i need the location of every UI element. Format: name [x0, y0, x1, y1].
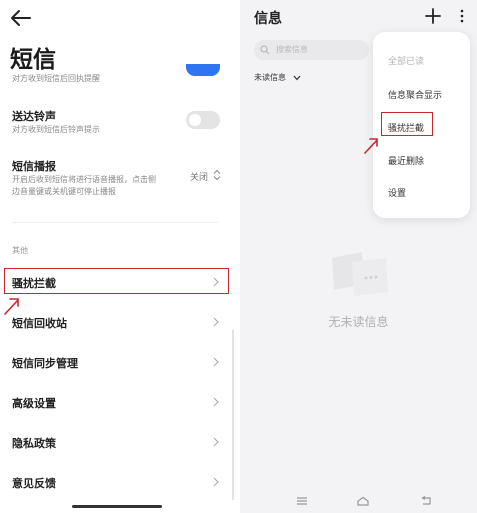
toggle-knob [189, 114, 201, 126]
menu-item-sms-recycle-bin[interactable]: 短信回收站 [0, 308, 240, 336]
section-label: 其他 [12, 246, 28, 255]
page-title: 信息 [254, 11, 282, 27]
filter-label: 未读信息 [254, 73, 286, 82]
home-icon[interactable] [356, 496, 370, 507]
sms-broadcast-value[interactable]: 关闭 [190, 170, 208, 183]
page-title: 短信 [10, 47, 56, 73]
delivery-tone-toggle[interactable] [186, 111, 220, 129]
chevron-right-icon [213, 317, 219, 327]
home-indicator[interactable] [72, 505, 162, 508]
menu-item-settings[interactable]: 设置 [388, 186, 406, 199]
sms-broadcast-subtitle-2: 边音量键或关机键可停止播报 [12, 187, 116, 196]
sms-settings-screen: 短信 对方收到短信后回执提醒 送达铃声 对方收到短信后铃声提示 短信播报 开启后… [0, 0, 240, 513]
highlight-box [381, 112, 433, 136]
delivery-tone-subtitle: 对方收到短信后铃声提示 [12, 125, 100, 134]
filter-dropdown[interactable]: 未读信息 [254, 72, 301, 83]
plus-icon[interactable] [425, 8, 441, 24]
row-subtitle: 对方收到短信后回执提醒 [12, 74, 100, 83]
chevron-right-icon [213, 437, 219, 447]
menu-item-mark-all-read[interactable]: 全部已读 [388, 54, 424, 67]
menu-item-privacy-policy[interactable]: 隐私政策 [0, 428, 240, 456]
delivery-tone-title: 送达铃声 [12, 110, 56, 123]
more-vertical-icon[interactable] [459, 9, 465, 23]
divider [12, 222, 218, 223]
menu-item-label: 高级设置 [12, 397, 56, 410]
chevron-down-icon [293, 75, 301, 80]
menu-item-label: 短信同步管理 [12, 357, 78, 370]
red-arrow-icon [364, 138, 378, 154]
chevron-right-icon [213, 477, 219, 487]
menu-item-sms-sync[interactable]: 短信同步管理 [0, 348, 240, 376]
search-icon [260, 45, 270, 55]
sms-broadcast-title: 短信播报 [12, 160, 56, 173]
chevron-right-icon [213, 357, 219, 367]
search-input[interactable]: 搜索信息 [254, 40, 369, 60]
menu-item-recently-deleted[interactable]: 最近删除 [388, 154, 424, 167]
scrollbar[interactable] [232, 330, 234, 500]
menu-item-feedback[interactable]: 意见反馈 [0, 468, 240, 496]
chevron-right-icon [213, 397, 219, 407]
highlight-box [4, 268, 229, 294]
back-arrow-icon[interactable] [10, 8, 32, 28]
search-placeholder: 搜索信息 [276, 45, 308, 54]
empty-state-text: 无未读信息 [328, 315, 389, 329]
back-icon[interactable] [420, 496, 432, 506]
up-down-selector-icon[interactable] [213, 169, 221, 181]
menu-item-advanced-settings[interactable]: 高级设置 [0, 388, 240, 416]
menu-item-label: 意见反馈 [12, 477, 56, 490]
menu-icon[interactable] [296, 496, 308, 506]
menu-item-aggregate-display[interactable]: 信息聚合显示 [388, 88, 442, 101]
menu-item-label: 短信回收站 [12, 317, 67, 330]
red-arrow-icon [4, 298, 19, 315]
empty-state-illustration [330, 250, 390, 300]
toggle-switch-on[interactable] [186, 64, 220, 76]
messages-screen: 信息 搜索信息 未读信息 无未读信息 全部已读 信息聚合显示 骚扰拦截 最近删除… [240, 0, 477, 513]
menu-item-label: 隐私政策 [12, 437, 56, 450]
sms-broadcast-subtitle-1: 开启后收到短信将进行语音播报，点击侧 [12, 175, 156, 184]
